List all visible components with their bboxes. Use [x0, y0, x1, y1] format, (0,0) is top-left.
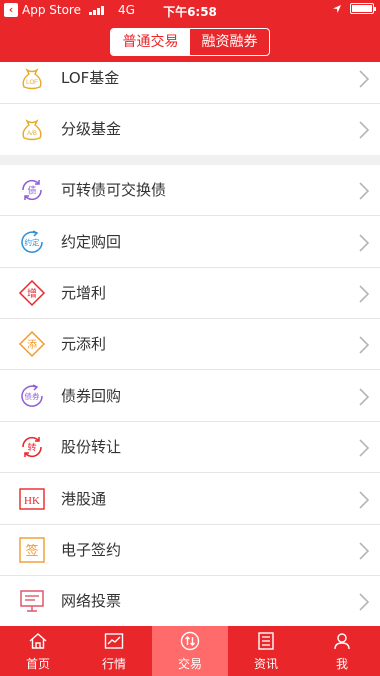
- svg-text:债券: 债券: [25, 391, 40, 401]
- svg-text:添: 添: [27, 338, 37, 351]
- trade-icon: [180, 631, 200, 651]
- status-time: 下午6:58: [163, 5, 217, 19]
- chevron-right-icon: [359, 121, 370, 139]
- svg-text:转: 转: [27, 442, 36, 454]
- list-item-label: 约定购回: [61, 233, 122, 251]
- list-item-convertible-bond[interactable]: 债 可转债可交换债: [0, 165, 380, 216]
- agreed-repurchase-icon: 约定: [21, 230, 43, 253]
- chevron-right-icon: [359, 491, 370, 509]
- chevron-right-icon: [359, 388, 370, 406]
- svg-text:LOF: LOF: [26, 80, 38, 86]
- location-arrow-icon: [333, 4, 341, 13]
- list-item-label: 分级基金: [61, 120, 122, 138]
- chevron-right-icon: [359, 439, 370, 457]
- tab-label: 我: [335, 657, 348, 671]
- list-item-label: 港股通: [61, 490, 107, 508]
- bottom-tab-bar: 首页 行情 交易 资讯 我: [0, 626, 380, 676]
- chevron-right-icon: [359, 542, 370, 560]
- share-transfer-icon: 转: [22, 436, 42, 458]
- tab-label: 资讯: [253, 657, 278, 671]
- chevron-right-icon: [359, 593, 370, 611]
- list-item-label: LOF基金: [61, 69, 120, 87]
- list-item-online-vote[interactable]: 网络投票: [0, 576, 380, 626]
- online-vote-icon: [20, 590, 44, 612]
- section-divider: [0, 155, 380, 165]
- graded-fund-icon: A/B: [22, 119, 42, 141]
- chevron-right-icon: [359, 336, 370, 354]
- list-item-hk-connect[interactable]: HK 港股通: [0, 474, 380, 525]
- tab-news[interactable]: 资讯: [228, 626, 304, 676]
- tab-label: 交易: [177, 657, 202, 671]
- svg-text:债: 债: [27, 185, 36, 197]
- tab-market[interactable]: 行情: [76, 626, 152, 676]
- list-item-yuan-zengli[interactable]: 增 元增利: [0, 268, 380, 319]
- yuan-tianli-icon: 添: [18, 330, 46, 358]
- chevron-right-icon: [359, 234, 370, 252]
- list-item-label: 可转债可交换债: [61, 181, 167, 199]
- list-item-label: 股份转让: [61, 438, 122, 456]
- list-item-agreed-repurchase[interactable]: 约定 约定购回: [0, 217, 380, 268]
- list-item-lof-fund[interactable]: LOF LOF基金: [0, 62, 380, 104]
- list-item-label: 债券回购: [61, 387, 122, 405]
- svg-text:签: 签: [25, 543, 38, 559]
- battery-icon: [350, 3, 376, 14]
- svg-text:A/B: A/B: [27, 131, 37, 137]
- list-item-graded-fund[interactable]: A/B 分级基金: [0, 104, 380, 155]
- list-item-e-sign[interactable]: 签 电子签约: [0, 525, 380, 576]
- list-item-label: 网络投票: [61, 592, 122, 610]
- tab-normal-trading[interactable]: 普通交易: [111, 29, 190, 55]
- tab-home[interactable]: 首页: [0, 626, 76, 676]
- status-bar: ‹ App Store 4G 下午6:58: [0, 0, 380, 22]
- home-icon: [29, 633, 47, 649]
- chevron-right-icon: [359, 182, 370, 200]
- list-item-bond-repo[interactable]: 债券 债券回购: [0, 371, 380, 422]
- news-icon: [258, 632, 274, 650]
- svg-text:增: 增: [27, 287, 37, 300]
- tab-margin-trading[interactable]: 融资融券: [190, 29, 269, 55]
- tab-me[interactable]: 我: [304, 626, 380, 676]
- svg-text:HK: HK: [24, 495, 40, 507]
- bond-repo-icon: 债券: [21, 384, 43, 407]
- tab-label: 首页: [25, 657, 50, 671]
- chevron-right-icon: [359, 285, 370, 303]
- tab-trade[interactable]: 交易: [152, 626, 228, 676]
- market-chart-icon: [104, 633, 124, 649]
- list-item-label: 元添利: [61, 335, 107, 353]
- tab-label: 行情: [101, 657, 126, 671]
- svg-text:约定: 约定: [25, 237, 40, 247]
- lof-fund-icon: LOF: [22, 68, 42, 90]
- top-bar: ‹ App Store 4G 下午6:58 普通交易 融资融券: [0, 0, 380, 62]
- list-item-yuan-tianli[interactable]: 添 元添利: [0, 319, 380, 370]
- list-item-label: 元增利: [61, 284, 107, 302]
- list-item-label: 电子签约: [61, 541, 122, 559]
- trade-function-list: LOF LOF基金 A/B 分级基金 债 可转债可交换债 约定 约定购回 增 元…: [0, 62, 380, 626]
- chevron-right-icon: [359, 70, 370, 88]
- profile-icon: [334, 633, 350, 650]
- convertible-bond-icon: 债: [22, 179, 42, 201]
- e-sign-icon: 签: [19, 537, 45, 563]
- yuan-zengli-icon: 增: [18, 279, 46, 307]
- list-item-share-transfer[interactable]: 转 股份转让: [0, 422, 380, 473]
- trade-type-segmented-control: 普通交易 融资融券: [110, 28, 270, 56]
- hk-connect-icon: HK: [19, 488, 45, 510]
